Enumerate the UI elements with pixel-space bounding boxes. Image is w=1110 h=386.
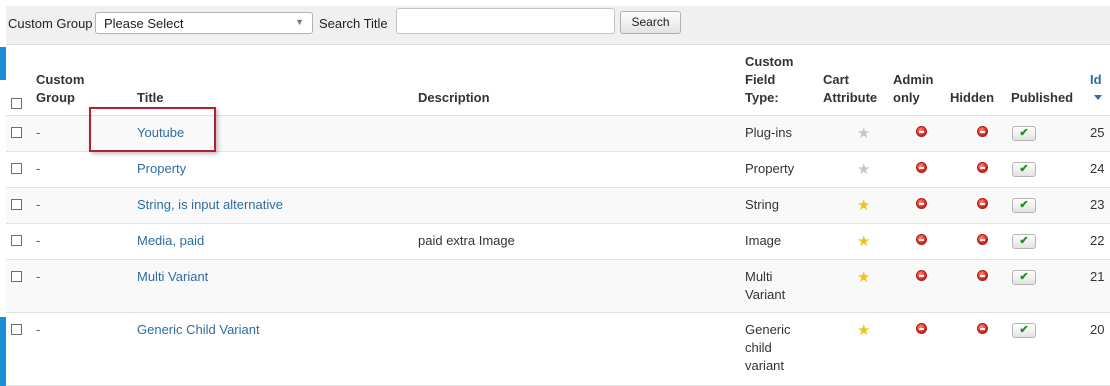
dropdown-caret-icon: ▼ [295,17,304,27]
search-title-label: Search Title [319,16,388,31]
row-checkbox[interactable] [11,271,22,282]
custom-group-select-value: Please Select [104,16,184,31]
search-title-input[interactable] [396,8,615,34]
cart-attribute-star-icon[interactable]: ★ [857,234,870,249]
admin-only-disabled-icon[interactable] [916,162,927,173]
admin-only-disabled-icon[interactable] [916,126,927,137]
cart-attribute-star-icon[interactable]: ★ [857,126,870,141]
cart-attribute-star-icon[interactable]: ★ [857,198,870,213]
column-header-admin-only[interactable]: Admin only [893,71,943,107]
column-header-hidden[interactable]: Hidden [950,89,994,107]
table-row: - Multi Variant Multi Variant ★ ✔ 21 [6,260,1110,313]
row-checkbox[interactable] [11,324,22,335]
row-field-type: Property [745,161,795,176]
row-custom-group[interactable]: - [36,160,40,178]
row-title-link[interactable]: Property [137,160,186,178]
custom-group-label: Custom Group [8,16,93,31]
row-id: 24 [1090,161,1105,176]
cart-attribute-star-icon[interactable]: ★ [857,162,870,177]
column-header-title[interactable]: Title [137,89,164,107]
row-title-link[interactable]: Media, paid [137,232,204,250]
published-check-icon[interactable]: ✔ [1012,126,1036,141]
row-checkbox[interactable] [11,163,22,174]
row-checkbox[interactable] [11,235,22,246]
table-row: - Media, paid paid extra Image Image ★ ✔… [6,224,1110,260]
column-header-cart-attribute[interactable]: Cart Attribute [823,71,883,107]
sort-descending-icon[interactable] [1094,95,1102,100]
row-id: 22 [1090,233,1105,248]
table-row: - String, is input alternative String ★ … [6,188,1110,224]
cart-attribute-star-icon[interactable]: ★ [857,323,870,338]
row-field-type: Image [745,233,782,248]
custom-group-select[interactable]: Please Select ▼ [95,12,313,34]
hidden-disabled-icon[interactable] [977,323,988,334]
row-custom-group[interactable]: - [36,268,40,286]
row-title-link[interactable]: Multi Variant [137,268,208,286]
row-field-type: Plug-ins [745,125,792,140]
published-check-icon[interactable]: ✔ [1012,234,1036,249]
row-field-type: Generic child variant [745,322,791,373]
column-header-description[interactable]: Description [418,89,490,107]
published-check-icon[interactable]: ✔ [1012,162,1036,177]
admin-only-disabled-icon[interactable] [916,270,927,281]
hidden-disabled-icon[interactable] [977,198,988,209]
row-custom-group[interactable]: - [36,196,40,214]
admin-only-disabled-icon[interactable] [916,323,927,334]
published-check-icon[interactable]: ✔ [1012,198,1036,213]
admin-only-disabled-icon[interactable] [916,234,927,245]
row-id: 20 [1090,322,1105,337]
row-id: 25 [1090,125,1105,140]
row-title-link[interactable]: String, is input alternative [137,196,283,214]
column-header-field-type[interactable]: Custom Field Type: [745,53,805,107]
row-field-type: String [745,197,779,212]
published-check-icon[interactable]: ✔ [1012,270,1036,285]
select-all-checkbox[interactable] [11,98,22,109]
table-header: Custom Group Title Description Custom Fi… [6,45,1110,116]
row-custom-group[interactable]: - [36,124,40,142]
cart-attribute-star-icon[interactable]: ★ [857,270,870,285]
column-header-custom-group[interactable]: Custom Group [36,71,96,107]
column-header-id[interactable]: Id [1090,71,1102,89]
hidden-disabled-icon[interactable] [977,162,988,173]
hidden-disabled-icon[interactable] [977,234,988,245]
row-id: 21 [1090,269,1105,284]
hidden-disabled-icon[interactable] [977,126,988,137]
search-button[interactable]: Search [620,11,681,34]
hidden-disabled-icon[interactable] [977,270,988,281]
table-row: - Generic Child Variant Generic child va… [6,313,1110,386]
table-row: - Property Property ★ ✔ 24 [6,152,1110,188]
row-field-type: Multi Variant [745,269,786,302]
row-title-link[interactable]: Generic Child Variant [137,321,260,339]
published-check-icon[interactable]: ✔ [1012,323,1036,338]
row-checkbox[interactable] [11,127,22,138]
filter-bar: Custom Group Please Select ▼ Search Titl… [6,6,1110,45]
row-custom-group[interactable]: - [36,232,40,250]
row-checkbox[interactable] [11,199,22,210]
admin-only-disabled-icon[interactable] [916,198,927,209]
row-id: 23 [1090,197,1105,212]
row-description: paid extra Image [418,233,515,248]
annotation-highlight-box [89,107,216,152]
column-header-published[interactable]: Published [1011,89,1073,107]
row-custom-group[interactable]: - [36,321,40,339]
